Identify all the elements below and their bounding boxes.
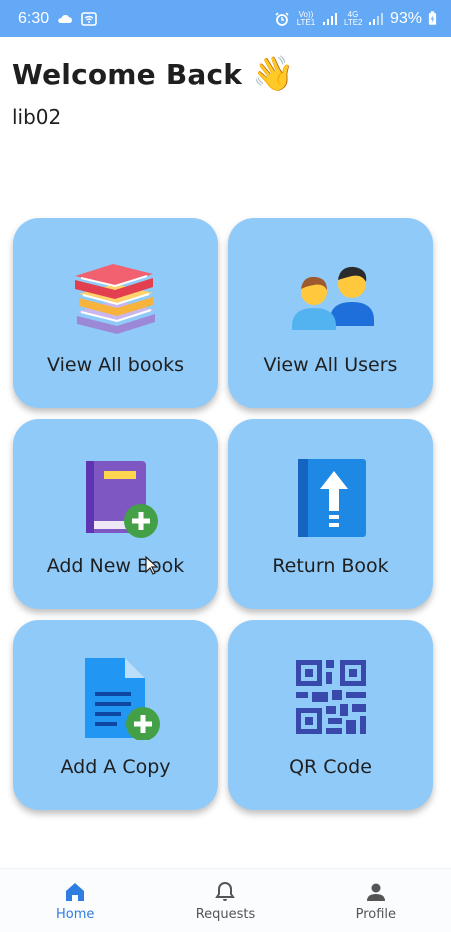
card-label: View All books: [47, 354, 184, 376]
person-icon: [366, 883, 385, 901]
status-left: 6:30: [18, 10, 97, 28]
alarm-icon: [275, 11, 289, 26]
nav-item-home[interactable]: Home: [0, 869, 150, 932]
add-a-copy-card[interactable]: Add A Copy: [13, 620, 218, 810]
nav-item-profile[interactable]: Profile: [301, 869, 451, 932]
mouse-cursor-icon: [145, 556, 159, 575]
card-label: QR Code: [289, 756, 372, 778]
card-label: Return Book: [272, 555, 389, 577]
nav-item-requests[interactable]: Requests: [150, 869, 300, 932]
card-label: Add A Copy: [60, 756, 171, 778]
network-label-2: 4G LTE2: [343, 9, 363, 27]
waving-hand-icon: 👋: [252, 54, 295, 94]
return-book-card[interactable]: Return Book: [228, 419, 433, 609]
welcome-header: Welcome Back 👋: [12, 54, 294, 94]
qr-code-icon: [295, 660, 366, 734]
signal-icon-2: [368, 12, 383, 25]
nav-label-profile: Profile: [355, 906, 397, 922]
add-new-book-card[interactable]: Add New Book: [13, 419, 218, 609]
battery-charging-icon: [428, 11, 437, 25]
signal-icon-1: [322, 12, 337, 25]
qr-code-card[interactable]: QR Code: [228, 620, 433, 810]
return-book-icon: [297, 459, 366, 537]
book-stack-icon: [74, 264, 155, 334]
card-label: View All Users: [263, 354, 398, 376]
view-all-users-card[interactable]: View All Users: [228, 218, 433, 408]
username: lib02: [12, 105, 62, 129]
card-label: Add New Book: [46, 555, 185, 577]
add-document-icon: [84, 658, 160, 740]
wifi-box-icon: [81, 11, 97, 26]
action-grid: View All books View All Users Add New Bo…: [13, 218, 433, 810]
status-right: Vo)) LTE1 4G LTE2 93%: [274, 10, 437, 28]
status-time: 6:30: [18, 9, 50, 27]
users-icon: [291, 266, 374, 330]
view-all-books-card[interactable]: View All books: [13, 218, 218, 408]
status-bar: 6:30 Vo)) LTE1 4G LTE2 93%: [0, 0, 451, 37]
nav-label-home: Home: [55, 906, 95, 922]
add-book-icon: [85, 461, 158, 538]
battery-percent: 93%: [389, 9, 422, 27]
home-icon: [66, 882, 85, 901]
cloud-icon: [58, 14, 73, 23]
welcome-title: Welcome Back: [12, 57, 243, 91]
nav-label-requests: Requests: [195, 906, 256, 922]
bell-icon: [215, 881, 236, 901]
network-label-1: Vo)) LTE1: [296, 9, 316, 27]
bottom-nav: Home Requests Profile: [0, 868, 451, 932]
